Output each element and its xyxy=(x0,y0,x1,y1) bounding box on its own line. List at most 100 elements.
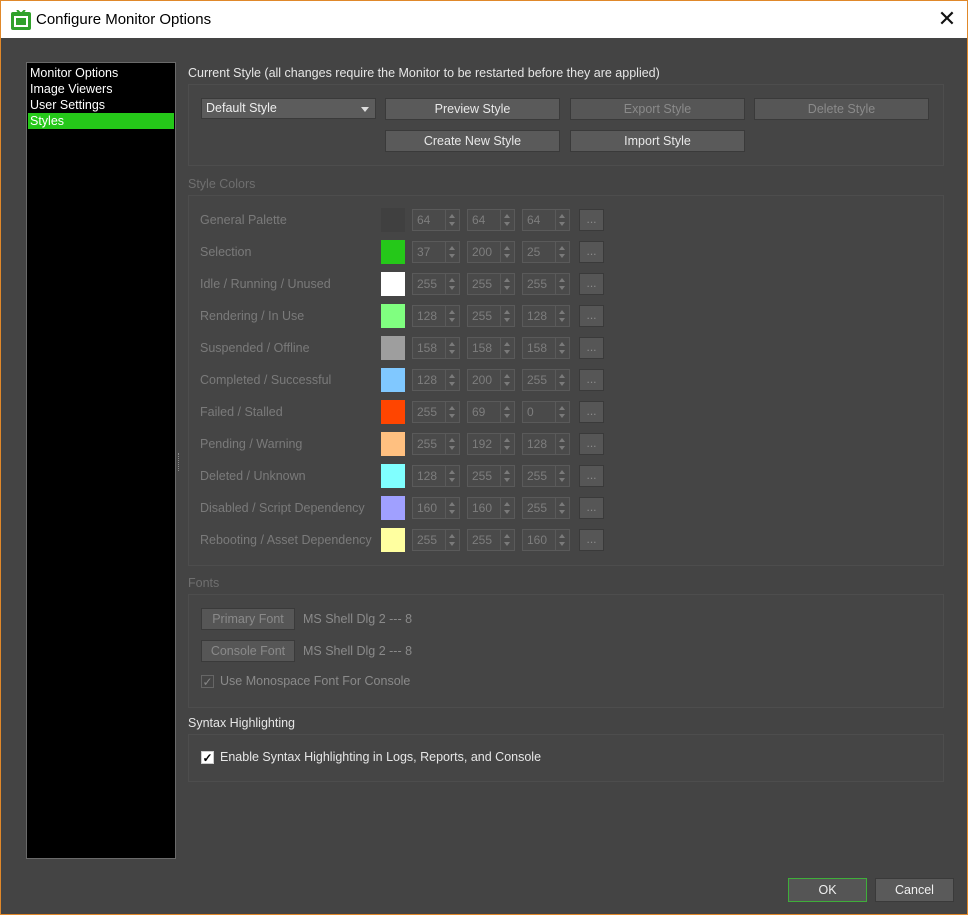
spin-arrows[interactable] xyxy=(555,274,569,294)
spin-up-icon[interactable] xyxy=(559,438,565,442)
spin-down-icon[interactable] xyxy=(559,382,565,386)
spin-down-icon[interactable] xyxy=(504,446,510,450)
spin-up-icon[interactable] xyxy=(559,502,565,506)
color-swatch[interactable] xyxy=(381,240,405,264)
spin-down-icon[interactable] xyxy=(449,350,455,354)
spin-arrows[interactable] xyxy=(500,306,514,326)
spin-down-icon[interactable] xyxy=(504,382,510,386)
spin-arrows[interactable] xyxy=(555,242,569,262)
spin-down-icon[interactable] xyxy=(449,254,455,258)
spin-arrows[interactable] xyxy=(555,466,569,486)
console-font-button[interactable]: Console Font xyxy=(201,640,295,662)
spin-arrows[interactable] xyxy=(500,338,514,358)
color-r-spinbox[interactable]: 128 xyxy=(412,369,460,391)
color-swatch[interactable] xyxy=(381,272,405,296)
export-style-button[interactable]: Export Style xyxy=(570,98,745,120)
color-picker-button[interactable]: ... xyxy=(579,465,604,487)
nav-item-user-settings[interactable]: User Settings xyxy=(28,97,174,113)
color-g-spinbox[interactable]: 158 xyxy=(467,337,515,359)
color-swatch[interactable] xyxy=(381,368,405,392)
syntax-highlighting-checkbox[interactable]: ✓ xyxy=(201,751,214,764)
style-select[interactable]: Default Style xyxy=(201,98,376,119)
spin-down-icon[interactable] xyxy=(504,542,510,546)
spin-up-icon[interactable] xyxy=(449,438,455,442)
spin-up-icon[interactable] xyxy=(559,470,565,474)
spin-arrows[interactable] xyxy=(555,210,569,230)
spin-up-icon[interactable] xyxy=(449,374,455,378)
color-b-spinbox[interactable]: 158 xyxy=(522,337,570,359)
spin-up-icon[interactable] xyxy=(449,342,455,346)
spin-down-icon[interactable] xyxy=(559,222,565,226)
spin-up-icon[interactable] xyxy=(449,502,455,506)
color-b-spinbox[interactable]: 255 xyxy=(522,497,570,519)
spin-down-icon[interactable] xyxy=(504,286,510,290)
spin-down-icon[interactable] xyxy=(559,510,565,514)
spin-up-icon[interactable] xyxy=(449,246,455,250)
monospace-checkbox[interactable]: ✓ xyxy=(201,675,214,688)
color-r-spinbox[interactable]: 37 xyxy=(412,241,460,263)
spin-up-icon[interactable] xyxy=(559,534,565,538)
spin-arrows[interactable] xyxy=(445,274,459,294)
spin-arrows[interactable] xyxy=(555,370,569,390)
color-r-spinbox[interactable]: 255 xyxy=(412,273,460,295)
spin-arrows[interactable] xyxy=(445,306,459,326)
color-r-spinbox[interactable]: 255 xyxy=(412,433,460,455)
color-swatch[interactable] xyxy=(381,432,405,456)
cancel-button[interactable]: Cancel xyxy=(875,878,954,902)
spin-arrows[interactable] xyxy=(500,466,514,486)
color-g-spinbox[interactable]: 160 xyxy=(467,497,515,519)
spin-down-icon[interactable] xyxy=(504,222,510,226)
spin-arrows[interactable] xyxy=(555,402,569,422)
spin-up-icon[interactable] xyxy=(449,470,455,474)
spin-down-icon[interactable] xyxy=(449,414,455,418)
color-b-spinbox[interactable]: 128 xyxy=(522,433,570,455)
color-b-spinbox[interactable]: 0 xyxy=(522,401,570,423)
spin-up-icon[interactable] xyxy=(504,310,510,314)
spin-arrows[interactable] xyxy=(445,210,459,230)
color-g-spinbox[interactable]: 255 xyxy=(467,529,515,551)
nav-item-styles[interactable]: Styles xyxy=(28,113,174,129)
spin-arrows[interactable] xyxy=(445,434,459,454)
spin-up-icon[interactable] xyxy=(504,342,510,346)
spin-up-icon[interactable] xyxy=(559,406,565,410)
color-swatch[interactable] xyxy=(381,496,405,520)
spin-down-icon[interactable] xyxy=(449,222,455,226)
color-g-spinbox[interactable]: 200 xyxy=(467,369,515,391)
spin-up-icon[interactable] xyxy=(449,278,455,282)
create-new-style-button[interactable]: Create New Style xyxy=(385,130,560,152)
color-b-spinbox[interactable]: 255 xyxy=(522,369,570,391)
spin-down-icon[interactable] xyxy=(504,414,510,418)
spin-down-icon[interactable] xyxy=(559,414,565,418)
color-swatch[interactable] xyxy=(381,400,405,424)
color-swatch[interactable] xyxy=(381,528,405,552)
color-r-spinbox[interactable]: 158 xyxy=(412,337,460,359)
spin-arrows[interactable] xyxy=(555,530,569,550)
color-swatch[interactable] xyxy=(381,208,405,232)
spin-arrows[interactable] xyxy=(445,338,459,358)
color-b-spinbox[interactable]: 255 xyxy=(522,273,570,295)
spin-up-icon[interactable] xyxy=(504,406,510,410)
color-picker-button[interactable]: ... xyxy=(579,241,604,263)
spin-up-icon[interactable] xyxy=(559,310,565,314)
color-r-spinbox[interactable]: 64 xyxy=(412,209,460,231)
spin-arrows[interactable] xyxy=(445,370,459,390)
spin-down-icon[interactable] xyxy=(449,286,455,290)
spin-arrows[interactable] xyxy=(500,434,514,454)
splitter-handle[interactable] xyxy=(178,453,181,471)
spin-down-icon[interactable] xyxy=(559,478,565,482)
spin-arrows[interactable] xyxy=(500,402,514,422)
spin-arrows[interactable] xyxy=(445,530,459,550)
color-picker-button[interactable]: ... xyxy=(579,273,604,295)
spin-arrows[interactable] xyxy=(555,338,569,358)
close-icon[interactable]: ✕ xyxy=(932,6,962,34)
spin-arrows[interactable] xyxy=(555,498,569,518)
spin-up-icon[interactable] xyxy=(559,374,565,378)
spin-down-icon[interactable] xyxy=(449,382,455,386)
spin-down-icon[interactable] xyxy=(504,350,510,354)
spin-arrows[interactable] xyxy=(555,306,569,326)
ok-button[interactable]: OK xyxy=(788,878,867,902)
spin-up-icon[interactable] xyxy=(449,310,455,314)
spin-arrows[interactable] xyxy=(500,498,514,518)
spin-up-icon[interactable] xyxy=(449,214,455,218)
color-b-spinbox[interactable]: 255 xyxy=(522,465,570,487)
